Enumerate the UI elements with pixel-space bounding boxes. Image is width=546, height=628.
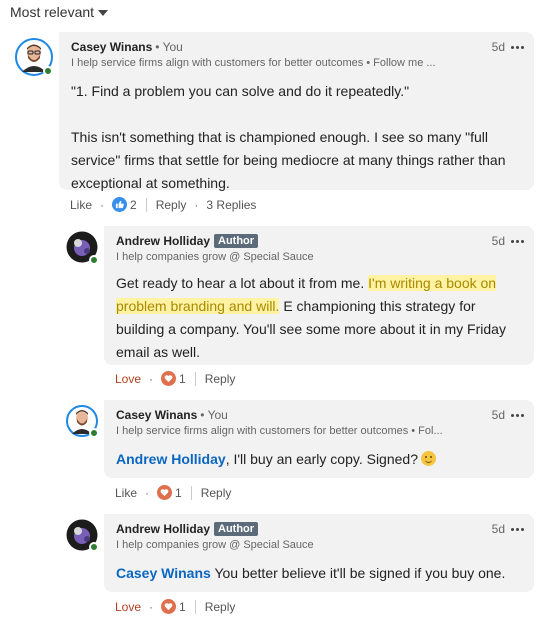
comment-bubble: Casey Winans • You I help service firms … — [104, 400, 534, 478]
sort-label: Most relevant — [10, 4, 95, 20]
comment-text: Andrew Holliday, I'll buy an early copy.… — [116, 448, 521, 471]
comment-text: This isn't something that is championed … — [71, 129, 506, 191]
more-options-icon[interactable] — [511, 239, 524, 243]
like-button[interactable]: Like — [70, 198, 92, 212]
reply-button[interactable]: Reply — [205, 600, 236, 614]
author-headline: I help service firms align with customer… — [71, 57, 436, 69]
reaction-count[interactable]: 1 — [175, 486, 182, 500]
comment-text-quote: "1. Find a problem you can solve and do … — [71, 83, 410, 99]
comment-bubble: Andrew Holliday Author I help companies … — [104, 226, 534, 365]
comment-time: 5d — [491, 408, 505, 422]
smiley-emoji-icon — [421, 451, 436, 466]
heart-icon[interactable] — [161, 599, 177, 614]
comment-text: Get ready to hear a lot about it from me… — [116, 275, 506, 360]
comment-author-name[interactable]: Casey Winans — [71, 40, 152, 54]
you-label: • You — [155, 40, 183, 54]
reply-button[interactable]: Reply — [205, 372, 236, 386]
comment-time: 5d — [491, 40, 505, 54]
comment-author-name[interactable]: Casey Winans — [116, 408, 197, 422]
online-status-icon — [89, 542, 99, 552]
you-label: • You — [200, 408, 228, 422]
comment-author-name[interactable]: Andrew Holliday — [116, 234, 210, 248]
comment-time: 5d — [491, 522, 505, 536]
author-badge: Author — [214, 522, 259, 536]
love-button[interactable]: Love — [115, 372, 141, 386]
comment-actions: Like · 1 Reply — [115, 485, 232, 500]
reaction-count[interactable]: 2 — [130, 198, 137, 212]
mention-link[interactable]: Andrew Holliday — [116, 451, 226, 467]
thumbs-up-icon[interactable] — [112, 197, 128, 212]
comment-text: Casey Winans You better believe it'll be… — [116, 565, 506, 581]
love-button[interactable]: Love — [115, 600, 141, 614]
reaction-count[interactable]: 1 — [179, 372, 186, 386]
mention-link[interactable]: Casey Winans — [116, 565, 211, 581]
caret-down-icon — [98, 9, 109, 16]
comment-author-name[interactable]: Andrew Holliday — [116, 522, 210, 536]
reply-button[interactable]: Reply — [201, 486, 232, 500]
online-status-icon — [89, 428, 99, 438]
comment-time: 5d — [491, 234, 505, 248]
comment-actions: Like · 2 Reply · 3 Replies — [70, 197, 257, 212]
reply-button[interactable]: Reply — [156, 198, 187, 212]
heart-icon[interactable] — [157, 485, 173, 500]
heart-icon[interactable] — [161, 371, 177, 386]
replies-count-link[interactable]: 3 Replies — [206, 198, 256, 212]
author-headline: I help companies grow @ Special Sauce — [116, 251, 314, 263]
author-headline: I help service firms align with customer… — [116, 425, 443, 437]
comment-actions: Love · 1 Reply — [115, 599, 236, 614]
author-badge: Author — [214, 234, 259, 248]
more-options-icon[interactable] — [511, 527, 524, 531]
comment-bubble: Andrew Holliday Author I help companies … — [104, 514, 534, 592]
more-options-icon[interactable] — [511, 413, 524, 417]
comment-bubble: Casey Winans • You I help service firms … — [59, 32, 534, 191]
comment-actions: Love · 1 Reply — [115, 371, 236, 386]
online-status-icon — [43, 66, 53, 76]
reaction-count[interactable]: 1 — [179, 600, 186, 614]
more-options-icon[interactable] — [511, 45, 524, 49]
author-headline: I help companies grow @ Special Sauce — [116, 539, 314, 551]
like-button[interactable]: Like — [115, 486, 137, 500]
online-status-icon — [89, 255, 99, 265]
sort-dropdown[interactable]: Most relevant — [10, 4, 109, 20]
